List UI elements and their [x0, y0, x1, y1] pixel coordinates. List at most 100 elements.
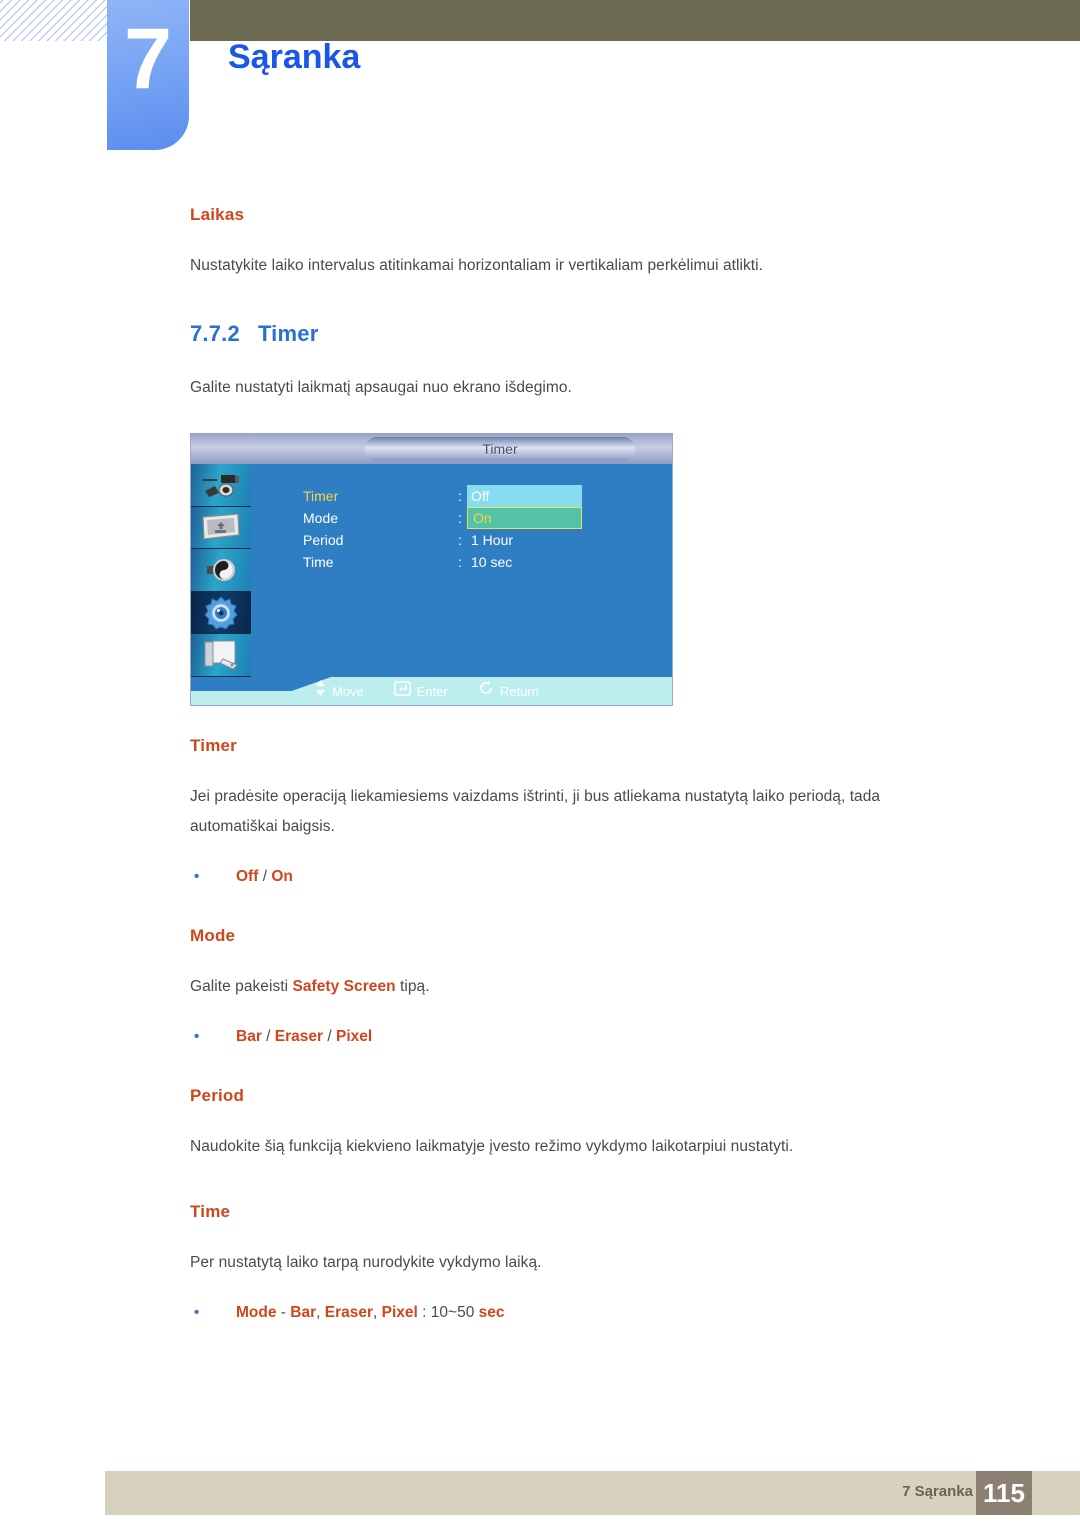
- osd-row-value: Off: [471, 488, 490, 504]
- option-separator: /: [266, 1028, 271, 1045]
- option-bar: Bar: [236, 1028, 262, 1045]
- return-arrow-icon: [478, 680, 494, 703]
- osd-row-timer[interactable]: Timer : Off: [303, 485, 663, 507]
- osd-content-panel: Timer : Off Mode : On Period : 1 Hour Ti…: [251, 464, 672, 677]
- option-colon: :: [422, 1304, 427, 1321]
- paragraph-section-intro: Galite nustatyti laikmatį apsaugai nuo e…: [190, 379, 572, 396]
- option-mode: Mode: [236, 1304, 277, 1321]
- option-bar: Bar: [290, 1304, 317, 1321]
- bullet-text: Off / On: [236, 868, 293, 886]
- heading-time: Time: [190, 1202, 231, 1221]
- osd-sidebar-item-setup[interactable]: [191, 591, 251, 635]
- section-heading-timer: 7.7.2 Timer: [190, 321, 890, 347]
- osd-row-value: On: [473, 510, 492, 526]
- enter-key-icon: [393, 680, 411, 703]
- paragraph-mode: Galite pakeisti Safety Screen tipą.: [190, 972, 890, 1002]
- paragraph-time: Per nustatytą laiko tarpą nurodykite vyk…: [190, 1254, 542, 1271]
- osd-row-colon: :: [458, 488, 462, 504]
- document-page: 7 Sąranka Laikas Nustatykite laiko inter…: [0, 0, 1080, 1527]
- osd-row-time[interactable]: Time : 10 sec: [303, 551, 663, 573]
- bullet-mode-options: • Bar / Eraser / Pixel: [190, 1028, 890, 1046]
- heading-period: Period: [190, 1086, 245, 1105]
- option-separator: /: [327, 1028, 332, 1045]
- bullet-icon: •: [194, 1028, 200, 1045]
- osd-row-colon: :: [458, 532, 462, 548]
- osd-hint-label: Return: [499, 683, 539, 699]
- bullet-icon: •: [194, 868, 200, 885]
- osd-row-value: 1 Hour: [471, 532, 514, 548]
- bullet-text: Mode - Bar, Eraser, Pixel : 10~50 sec: [236, 1304, 505, 1322]
- main-content: Laikas Nustatykite laiko intervalus atit…: [190, 205, 890, 1322]
- heading-timer: Timer: [190, 736, 237, 755]
- osd-title: Timer: [365, 437, 635, 461]
- osd-row-mode[interactable]: Mode : On: [303, 507, 663, 529]
- osd-hint-label: Enter: [416, 683, 448, 699]
- osd-row-label: Period: [303, 532, 344, 548]
- bullet-time-options: • Mode - Bar, Eraser, Pixel : 10~50 sec: [190, 1304, 890, 1322]
- osd-row-period[interactable]: Period : 1 Hour: [303, 529, 663, 551]
- option-pixel: Pixel: [336, 1028, 373, 1045]
- option-comma: ,: [373, 1304, 378, 1321]
- multi-control-panel-icon: [201, 639, 241, 671]
- paragraph-timer: Jei pradėsite operaciją liekamiesiems va…: [190, 788, 881, 835]
- osd-row-label: Mode: [303, 510, 339, 526]
- sound-speaker-icon: [203, 555, 239, 585]
- option-comma: ,: [316, 1304, 321, 1321]
- footer-band: 7 Sąranka 115: [105, 1471, 1080, 1515]
- header-olive-band: [190, 0, 1080, 41]
- page-number: 115: [976, 1471, 1032, 1515]
- up-down-arrow-icon: [315, 680, 326, 703]
- page-title: Sąranka: [228, 38, 361, 76]
- section-number: 7.7.2: [190, 321, 240, 346]
- bullet-icon: •: [194, 1304, 200, 1321]
- option-on: On: [271, 868, 293, 885]
- osd-hint-enter: Enter: [393, 680, 448, 703]
- osd-hint-move: Move: [315, 680, 364, 703]
- mode-text-post: tipą.: [395, 978, 430, 995]
- mode-text-pre: Galite pakeisti: [190, 978, 293, 995]
- setup-gear-icon: [202, 595, 240, 630]
- osd-menu-list: Timer : Off Mode : On Period : 1 Hour Ti…: [303, 485, 663, 573]
- osd-hint-label: Move: [332, 683, 364, 699]
- osd-hint-return: Return: [478, 680, 539, 703]
- input-source-icon: [201, 472, 241, 498]
- osd-sidebar-item-sound[interactable]: [191, 549, 251, 592]
- option-pixel: Pixel: [381, 1304, 418, 1321]
- section-title: Timer: [257, 321, 319, 346]
- paragraph-period: Naudokite šią funkciją kiekvieno laikmat…: [190, 1138, 794, 1155]
- option-unit: sec: [478, 1304, 505, 1321]
- osd-footer-bar: Move Enter Return: [191, 677, 672, 705]
- paragraph-laikas: Nustatykite laiko intervalus atitinkamai…: [190, 257, 763, 274]
- osd-sidebar-item-picture[interactable]: [191, 506, 251, 550]
- osd-title-bar: Timer: [191, 434, 672, 464]
- bullet-text: Bar / Eraser / Pixel: [236, 1028, 372, 1046]
- heading-mode: Mode: [190, 926, 236, 945]
- option-dash: -: [280, 1304, 286, 1321]
- osd-row-value: 10 sec: [471, 554, 513, 570]
- picture-display-icon: [200, 512, 242, 542]
- bullet-timer-options: • Off / On: [190, 868, 890, 886]
- chapter-number-badge: 7: [107, 0, 189, 150]
- osd-footer-notch: [191, 677, 331, 691]
- heading-laikas: Laikas: [190, 205, 245, 224]
- osd-sidebar: [191, 464, 251, 677]
- mode-text-emphasis: Safety Screen: [292, 978, 396, 995]
- option-off: Off: [236, 868, 259, 885]
- osd-sidebar-item-multi-control[interactable]: [191, 634, 251, 677]
- osd-row-label: Time: [303, 554, 334, 570]
- decorative-hatch-pattern: [0, 0, 107, 41]
- osd-sidebar-item-input[interactable]: [191, 464, 251, 507]
- osd-menu-screenshot: Timer Timer: Off Mode: On Period: 1 H…: [190, 433, 673, 706]
- option-range: 10~50: [430, 1304, 475, 1321]
- chapter-number: 7: [124, 11, 172, 107]
